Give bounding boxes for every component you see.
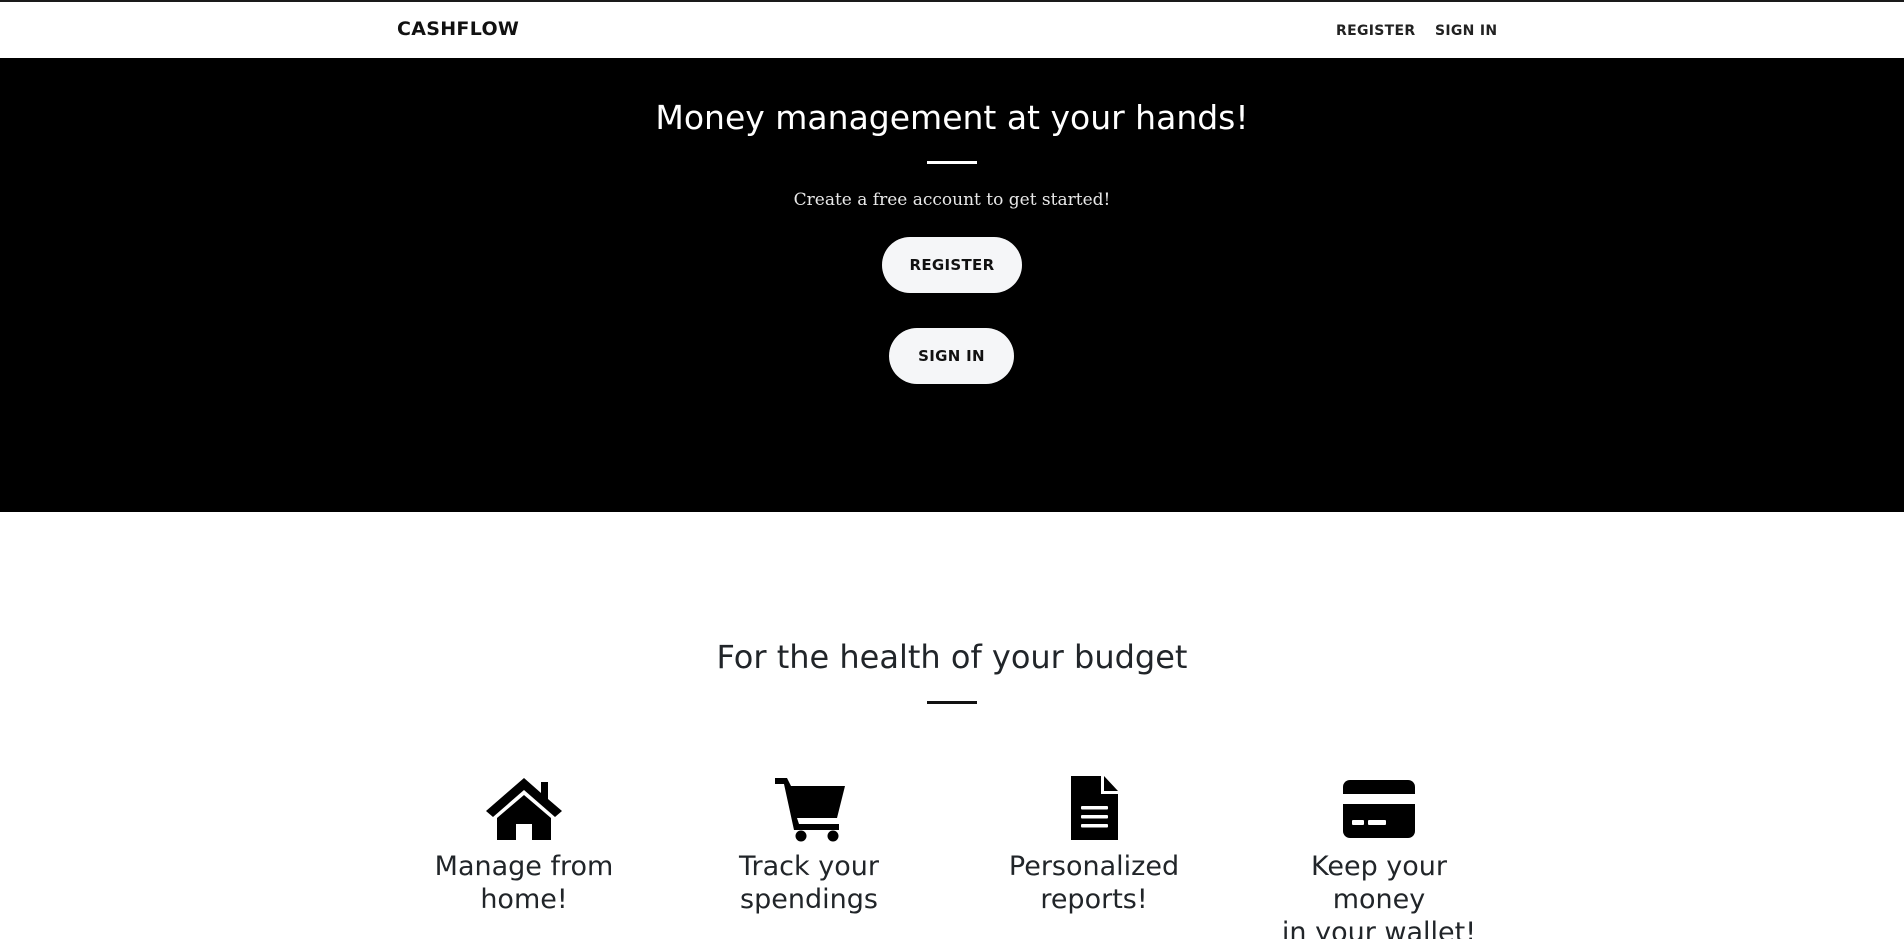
hero-register-button[interactable]: REGISTER	[882, 237, 1022, 293]
credit-card-icon	[1343, 780, 1415, 838]
hero-signin-button[interactable]: SIGN IN	[889, 328, 1014, 384]
navbar: CASHFLOW REGISTER SIGN IN	[0, 0, 1904, 58]
feature-manage-from-home: Manage from home!	[414, 774, 634, 916]
nav-register-link[interactable]: REGISTER	[1336, 23, 1415, 39]
hero-subtitle: Create a free account to get started!	[793, 190, 1111, 210]
page: CASHFLOW REGISTER SIGN IN Money manageme…	[0, 0, 1904, 939]
features-title: For the health of your budget	[716, 638, 1188, 676]
feature-label-line1: Keep your money	[1310, 851, 1447, 915]
feature-label-line2: home!	[480, 884, 568, 915]
shopping-cart-icon	[775, 778, 845, 842]
brand-logo[interactable]: CASHFLOW	[397, 18, 519, 40]
nav-signin-link[interactable]: SIGN IN	[1435, 23, 1497, 39]
home-icon	[486, 778, 562, 840]
hero-divider	[927, 161, 977, 164]
feature-label-line1: Track your	[739, 851, 879, 882]
feature-keep-money-in-wallet: Keep your money in your wallet!	[1269, 774, 1489, 939]
document-icon	[1071, 776, 1118, 840]
feature-personalized-reports: Personalized reports!	[984, 774, 1204, 916]
hero-title: Money management at your hands!	[655, 98, 1249, 137]
feature-label-line2: in your wallet!	[1281, 917, 1477, 939]
hero-section: Money management at your hands! Create a…	[0, 58, 1904, 512]
feature-track-spendings: Track your spendings	[699, 774, 919, 916]
feature-label-line2: reports!	[1040, 884, 1148, 915]
feature-label-line1: Personalized	[1008, 851, 1180, 882]
features-divider	[927, 701, 977, 704]
feature-label-line2: spendings	[740, 884, 878, 915]
feature-label-line1: Manage from	[434, 851, 614, 882]
